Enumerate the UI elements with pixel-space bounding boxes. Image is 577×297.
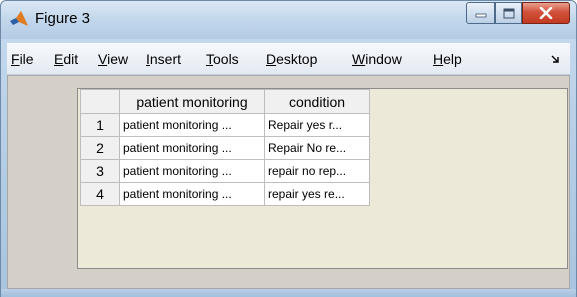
menu-view-mnemonic: V xyxy=(98,51,108,67)
menu-file-mnemonic: F xyxy=(11,51,20,67)
corner-header xyxy=(80,89,120,114)
matlab-icon xyxy=(10,11,28,26)
figure-window: Figure 3 File Edit View Insert Tools Des… xyxy=(0,0,577,297)
table-cell[interactable]: Repair No re... xyxy=(264,136,370,160)
table-cell[interactable]: repair no rep... xyxy=(264,159,370,183)
window-bottom-border xyxy=(1,289,576,297)
menu-window-label: indow xyxy=(365,51,402,67)
table-cell[interactable]: patient monitoring ... xyxy=(119,136,265,160)
close-button[interactable] xyxy=(522,2,570,24)
menu-desktop-mnemonic: D xyxy=(266,51,277,67)
menu-edit-label: dit xyxy=(63,51,79,67)
minimize-button[interactable] xyxy=(466,2,495,24)
menu-edit[interactable]: Edit xyxy=(54,51,78,67)
menu-tools-mnemonic: T xyxy=(206,51,213,67)
maximize-icon xyxy=(503,8,514,18)
menu-help-mnemonic: H xyxy=(433,51,444,67)
table-cell[interactable]: Repair yes r... xyxy=(264,113,370,137)
table-cell[interactable]: repair yes re... xyxy=(264,182,370,206)
menu-desktop-label: esktop xyxy=(276,51,318,67)
menu-edit-mnemonic: E xyxy=(54,51,64,67)
row-header[interactable]: 2 xyxy=(80,136,120,160)
maximize-button[interactable] xyxy=(495,2,522,24)
table-row: 1 patient monitoring ... Repair yes r... xyxy=(80,113,370,137)
menu-file-label: ile xyxy=(19,51,34,67)
table-row: 3 patient monitoring ... repair no rep..… xyxy=(80,159,370,183)
close-icon xyxy=(539,7,553,19)
table-header-row: patient monitoring condition xyxy=(80,89,370,114)
menu-tools[interactable]: Tools xyxy=(206,51,239,67)
row-header[interactable]: 1 xyxy=(80,113,120,137)
menu-view[interactable]: View xyxy=(98,51,128,67)
title-bar[interactable]: Figure 3 xyxy=(1,1,576,39)
uitable[interactable]: patient monitoring condition 1 patient m… xyxy=(77,88,568,269)
row-header[interactable]: 3 xyxy=(80,159,120,183)
column-header-patient-monitoring[interactable]: patient monitoring xyxy=(119,89,265,114)
menu-file[interactable]: File xyxy=(11,51,34,67)
dock-arrow-icon[interactable] xyxy=(550,54,562,64)
table-cell[interactable]: patient monitoring ... xyxy=(119,182,265,206)
menu-bar: File Edit View Insert Tools Desktop Wind… xyxy=(7,43,570,75)
table-cell[interactable]: patient monitoring ... xyxy=(119,113,265,137)
menu-insert[interactable]: Insert xyxy=(146,51,181,67)
window-title: Figure 3 xyxy=(35,10,91,27)
menu-window[interactable]: Window xyxy=(352,51,402,67)
minimize-icon xyxy=(475,13,486,18)
table-row: 2 patient monitoring ... Repair No re... xyxy=(80,136,370,160)
data-table: patient monitoring condition 1 patient m… xyxy=(80,89,370,206)
figure-canvas: patient monitoring condition 1 patient m… xyxy=(7,75,570,289)
column-header-condition[interactable]: condition xyxy=(264,89,370,114)
row-header[interactable]: 4 xyxy=(80,182,120,206)
menu-window-mnemonic: W xyxy=(352,51,366,67)
menu-view-label: iew xyxy=(107,51,129,67)
menu-help[interactable]: Help xyxy=(433,51,462,67)
menu-tools-label: ools xyxy=(213,51,239,67)
table-cell[interactable]: patient monitoring ... xyxy=(119,159,265,183)
menu-help-label: elp xyxy=(443,51,462,67)
menu-desktop[interactable]: Desktop xyxy=(266,51,317,67)
menu-insert-label: nsert xyxy=(149,51,182,67)
table-row: 4 patient monitoring ... repair yes re..… xyxy=(80,182,370,206)
